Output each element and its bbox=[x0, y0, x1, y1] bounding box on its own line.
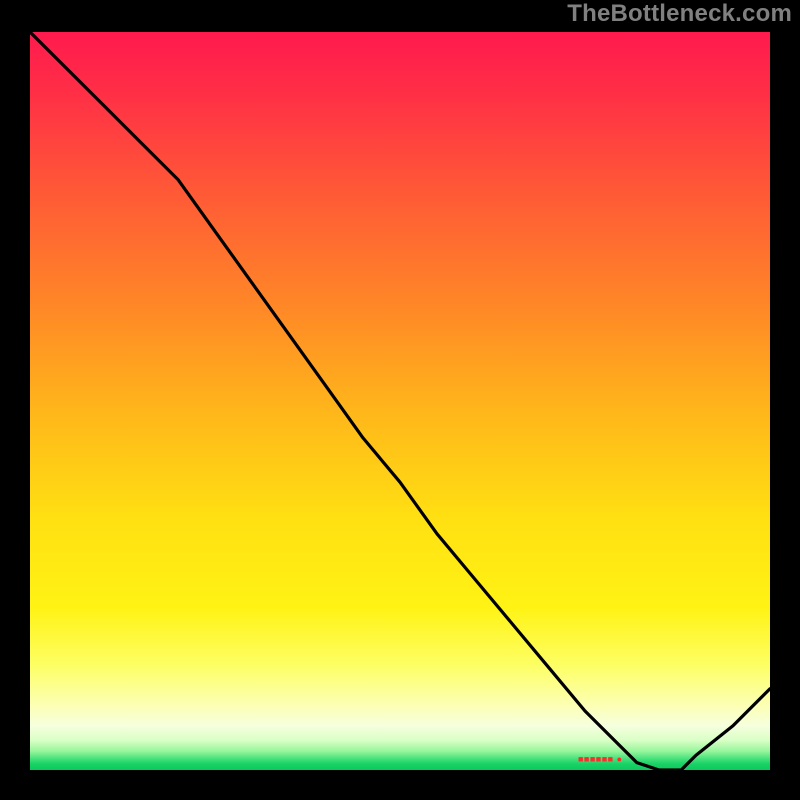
plot-area: ■■■■■■ ● bbox=[30, 32, 770, 770]
attribution-text: TheBottleneck.com bbox=[567, 0, 792, 28]
data-curve bbox=[30, 32, 770, 770]
optimal-marker: ■■■■■■ ● bbox=[578, 754, 623, 764]
chart-frame: TheBottleneck.com ■■■■■■ ● bbox=[0, 0, 800, 800]
